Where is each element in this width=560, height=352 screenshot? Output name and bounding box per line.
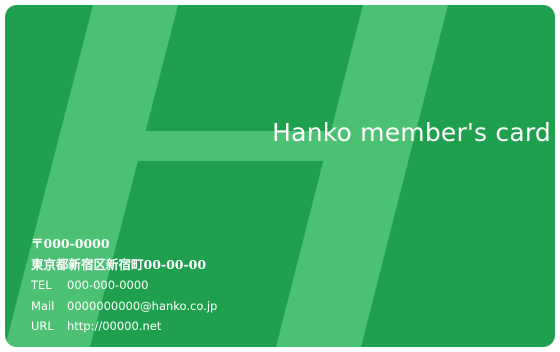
postal-code: 〒000-0000 [31,236,110,251]
url-row: URL http://00000.net [31,316,217,337]
h-right-stem [276,5,448,347]
contact-info: 〒000-0000 東京都新宿区新宿町00-00-00 TEL 000-000-0… [31,234,217,337]
url-value: http://00000.net [67,319,162,333]
address: 東京都新宿区新宿町00-00-00 [31,256,207,272]
member-card: Hanko member's card 〒000-0000 東京都新宿区新宿町0… [5,5,555,347]
tel-label: TEL [31,278,52,292]
mail-row: Mail 0000000000@hanko.co.jp [31,296,217,317]
url-label: URL [31,319,54,333]
tel-value: 000-000-0000 [67,278,149,292]
mail-value: 0000000000@hanko.co.jp [67,298,218,313]
mail-label: Mail [31,298,55,313]
card-title: Hanko member's card [272,118,551,147]
tel-row: TEL 000-000-0000 [31,275,217,296]
